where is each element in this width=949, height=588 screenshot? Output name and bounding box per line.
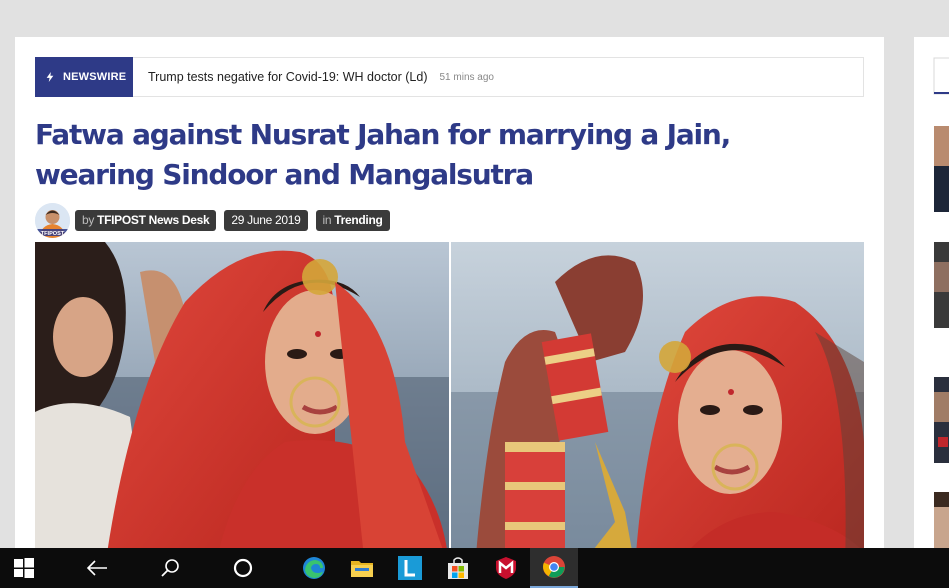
sidebar-thumbnails xyxy=(933,57,949,567)
by-prefix: by xyxy=(82,213,95,227)
back-button[interactable] xyxy=(73,548,121,588)
mcafee-app[interactable] xyxy=(482,548,530,588)
article-meta: TFIPOST by TFIPOST News Desk 29 June 201… xyxy=(35,202,398,238)
back-arrow-icon xyxy=(86,560,107,576)
sidebar-card xyxy=(914,37,949,567)
date-pill: 29 June 2019 xyxy=(224,209,308,231)
article-card: NEWSWIRE Trump tests negative for Covid-… xyxy=(15,37,884,567)
hero-image xyxy=(35,242,864,567)
cortana-circle-icon xyxy=(233,558,253,578)
windows-taskbar xyxy=(0,548,949,588)
chrome-app[interactable] xyxy=(530,548,578,588)
store-app[interactable] xyxy=(434,548,482,588)
article-date: 29 June 2019 xyxy=(231,213,301,227)
search-icon xyxy=(161,559,179,577)
in-prefix: in xyxy=(322,213,332,227)
search-button[interactable] xyxy=(146,548,194,588)
file-explorer-app[interactable] xyxy=(338,548,386,588)
author-avatar[interactable]: TFIPOST xyxy=(35,202,70,238)
windows-start-icon xyxy=(14,558,34,578)
newswire-label-box: NEWSWIRE xyxy=(35,56,133,97)
store-icon xyxy=(448,557,468,579)
category-pill[interactable]: in Trending xyxy=(315,209,390,231)
newswire-headline-link[interactable]: Trump tests negative for Covid-19: WH do… xyxy=(148,70,428,84)
newswire-label: NEWSWIRE xyxy=(63,70,127,83)
avatar-image: TFIPOST xyxy=(35,202,70,238)
article-title: Fatwa against Nusrat Jahan for marrying … xyxy=(35,118,731,191)
avatar-caption: TFIPOST xyxy=(41,230,65,236)
l-app-icon xyxy=(398,556,422,580)
mcafee-icon xyxy=(496,557,516,579)
start-button[interactable] xyxy=(0,548,48,588)
author-name-link[interactable]: TFIPOST News Desk xyxy=(97,213,210,227)
newswire-timestamp: 51 mins ago xyxy=(439,71,494,83)
bridal-photo-collage xyxy=(35,242,864,567)
cortana-button[interactable] xyxy=(219,548,267,588)
lightning-icon xyxy=(46,71,54,82)
author-pill[interactable]: by TFIPOST News Desk xyxy=(75,209,217,231)
chrome-icon xyxy=(543,556,565,578)
edge-app[interactable] xyxy=(290,548,338,588)
category-link[interactable]: Trending xyxy=(334,213,383,227)
file-explorer-icon xyxy=(351,561,373,577)
newswire-ticker: NEWSWIRE Trump tests negative for Covid-… xyxy=(35,56,864,97)
edge-icon xyxy=(303,557,325,579)
l-app[interactable] xyxy=(386,548,434,588)
